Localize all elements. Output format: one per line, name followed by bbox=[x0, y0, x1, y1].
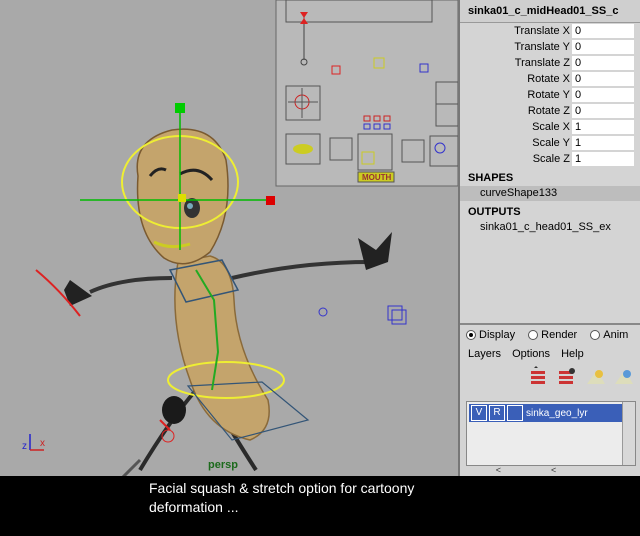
layer-arrow-up-icon[interactable] bbox=[585, 366, 607, 388]
menu-options[interactable]: Options bbox=[512, 348, 550, 360]
camera-label: persp bbox=[208, 459, 238, 471]
attr-value-field[interactable]: 1 bbox=[572, 136, 634, 150]
caption-line-2: deformation ... bbox=[149, 499, 239, 515]
radio-selected-icon bbox=[466, 330, 476, 341]
layer-reference-toggle[interactable]: R bbox=[489, 405, 505, 421]
attr-translate-z[interactable]: Translate Z0 bbox=[460, 55, 640, 71]
axis-x-label: x bbox=[40, 438, 45, 449]
attr-scale-x[interactable]: Scale X1 bbox=[460, 119, 640, 135]
character-head[interactable] bbox=[80, 103, 275, 265]
scroll-left-icon[interactable]: << bbox=[496, 465, 607, 475]
menu-help[interactable]: Help bbox=[561, 348, 584, 360]
layer-visibility-toggle[interactable]: V bbox=[471, 405, 487, 421]
radio-empty-icon bbox=[528, 330, 539, 341]
layer-arrow-down-icon[interactable] bbox=[613, 366, 635, 388]
attr-translate-x[interactable]: Translate X0 bbox=[460, 23, 640, 39]
layer-mode-radios: Display Render Anim bbox=[460, 325, 640, 345]
layer-scrollbar[interactable] bbox=[622, 402, 635, 465]
attr-rotate-z[interactable]: Rotate Z0 bbox=[460, 103, 640, 119]
attr-value-field[interactable]: 0 bbox=[572, 88, 634, 102]
viewport-persp[interactable]: MOUTH z x persp bbox=[0, 0, 458, 476]
attr-rotate-y[interactable]: Rotate Y0 bbox=[460, 87, 640, 103]
attr-value-field[interactable]: 0 bbox=[572, 56, 634, 70]
attr-translate-y[interactable]: Translate Y0 bbox=[460, 39, 640, 55]
radio-render[interactable]: Render bbox=[528, 325, 577, 345]
attr-rotate-x[interactable]: Rotate X0 bbox=[460, 71, 640, 87]
radio-empty-icon bbox=[590, 330, 601, 341]
subtitle-caption: Facial squash & stretch option for carto… bbox=[0, 476, 640, 536]
radio-anim[interactable]: Anim bbox=[590, 325, 628, 345]
attr-scale-y[interactable]: Scale Y1 bbox=[460, 135, 640, 151]
attr-scale-z[interactable]: Scale Z1 bbox=[460, 151, 640, 167]
menu-layers[interactable]: Layers bbox=[468, 348, 501, 360]
layer-hscroll[interactable]: << >> bbox=[467, 465, 635, 485]
layer-toolbar bbox=[460, 363, 640, 393]
picker-mouth-label[interactable]: MOUTH bbox=[362, 173, 392, 182]
radio-display[interactable]: Display bbox=[466, 325, 515, 345]
caption-line-1: Facial squash & stretch option for carto… bbox=[149, 480, 415, 496]
channel-box-panel: sinka01_c_midHead01_SS_c Translate X0 Tr… bbox=[458, 0, 640, 485]
axis-z-label: z bbox=[22, 441, 27, 452]
layer-menu-bar: Layers Options Help bbox=[460, 345, 640, 363]
shapes-header: SHAPES bbox=[468, 172, 514, 184]
layer-row[interactable]: V R sinka_geo_lyr bbox=[469, 404, 633, 422]
layer-list: V R sinka_geo_lyr << >> bbox=[466, 401, 636, 485]
output-node[interactable]: sinka01_c_head01_SS_ex bbox=[460, 220, 640, 235]
object-name[interactable]: sinka01_c_midHead01_SS_c bbox=[460, 0, 640, 23]
attr-value-field[interactable]: 0 bbox=[572, 104, 634, 118]
layer-color-swatch[interactable] bbox=[507, 405, 523, 421]
attr-value-field[interactable]: 0 bbox=[572, 40, 634, 54]
new-layer-from-selection-icon[interactable] bbox=[556, 366, 578, 388]
picker-panel[interactable]: MOUTH bbox=[275, 0, 458, 187]
layer-name[interactable]: sinka_geo_lyr bbox=[526, 408, 588, 419]
attr-value-field[interactable]: 1 bbox=[572, 120, 634, 134]
character-body[interactable] bbox=[174, 255, 270, 441]
attr-value-field[interactable]: 0 bbox=[572, 24, 634, 38]
shape-node[interactable]: curveShape133 bbox=[460, 186, 640, 201]
outputs-header: OUTPUTS bbox=[468, 206, 521, 218]
new-layer-icon[interactable] bbox=[528, 366, 550, 388]
scene-canvas[interactable]: MOUTH z x persp bbox=[0, 0, 458, 476]
attr-value-field[interactable]: 1 bbox=[572, 152, 634, 166]
attr-value-field[interactable]: 0 bbox=[572, 72, 634, 86]
layer-editor: Display Render Anim Layers Options Help … bbox=[460, 323, 640, 485]
